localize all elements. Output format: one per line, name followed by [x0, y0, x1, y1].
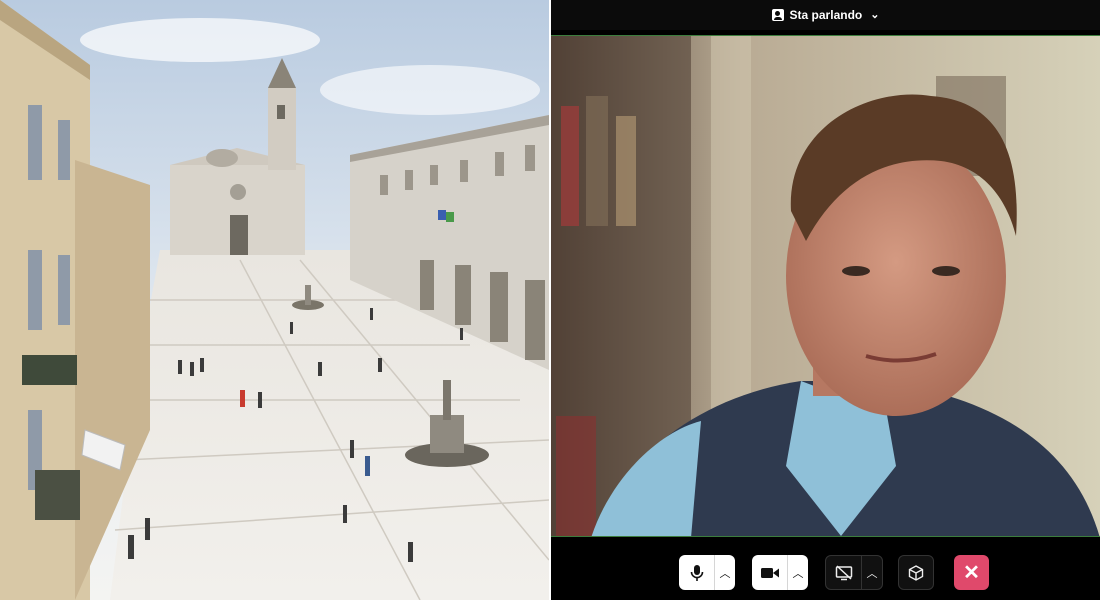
screen-share-control: ︿ [825, 555, 883, 590]
chevron-up-icon: ︿ [719, 567, 731, 580]
active-speaker-video [551, 35, 1100, 537]
camera-control: ︿ [752, 555, 808, 590]
camera-options-button[interactable]: ︿ [787, 555, 808, 590]
speaker-view-label: Sta parlando [789, 8, 863, 22]
chevron-up-icon: ︿ [866, 567, 878, 580]
screen-share-off-icon [835, 564, 852, 580]
apps-button[interactable] [898, 555, 934, 590]
person-icon [771, 9, 784, 21]
piazza-rendering-image [0, 0, 549, 600]
speaker-view-selector[interactable]: Sta parlando ⌄ [551, 0, 1100, 30]
video-call-window: Sta parlando ⌄ ︿ ︿ ︿ ✕ [551, 0, 1100, 600]
screen-share-button[interactable] [826, 555, 861, 590]
leave-call-button[interactable]: ✕ [954, 555, 989, 590]
close-icon: ✕ [963, 561, 980, 584]
microphone-button[interactable] [679, 555, 714, 590]
cube-icon [908, 564, 924, 581]
camera-button[interactable] [752, 555, 787, 590]
chevron-up-icon: ︿ [792, 567, 804, 580]
microphone-options-button[interactable]: ︿ [714, 555, 735, 590]
microphone-control: ︿ [679, 555, 735, 590]
video-camera-icon [760, 567, 779, 578]
call-toolbar: ︿ ︿ ︿ ✕ [551, 540, 1100, 600]
microphone-icon [690, 564, 703, 581]
chevron-down-icon: ⌄ [870, 8, 880, 21]
screen-share-options-button[interactable]: ︿ [861, 555, 882, 590]
